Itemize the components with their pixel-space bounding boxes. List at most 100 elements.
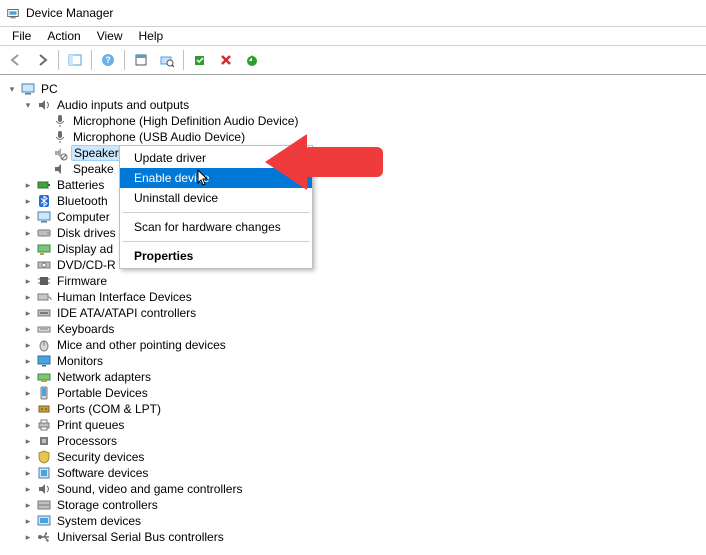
chevron-right-icon[interactable]: ▸ <box>22 339 34 351</box>
device-manager-icon <box>6 6 20 20</box>
ctx-separator <box>122 212 310 213</box>
disable-device-button[interactable] <box>214 48 238 72</box>
tree-label: Bluetooth <box>55 193 110 209</box>
chevron-down-icon[interactable]: ▾ <box>6 83 18 95</box>
tree-node-speakers-hd[interactable]: ▸ Speakers (High Definition Audio Device… <box>4 145 702 161</box>
ctx-scan-hardware[interactable]: Scan for hardware changes <box>120 217 312 237</box>
show-hide-console-tree-button[interactable] <box>63 48 87 72</box>
chevron-right-icon[interactable]: ▸ <box>22 259 34 271</box>
chevron-right-icon[interactable]: ▸ <box>22 371 34 383</box>
system-device-icon <box>36 513 52 529</box>
chevron-right-icon[interactable]: ▸ <box>22 227 34 239</box>
chevron-right-icon[interactable]: ▸ <box>22 307 34 319</box>
ctx-uninstall-device[interactable]: Uninstall device <box>120 188 312 208</box>
printer-icon <box>36 417 52 433</box>
update-driver-button[interactable] <box>240 48 264 72</box>
chevron-right-icon[interactable]: ▸ <box>22 355 34 367</box>
chip-icon <box>36 273 52 289</box>
portable-device-icon <box>36 385 52 401</box>
tree-node-portable[interactable]: ▸ Portable Devices <box>4 385 702 401</box>
tree-node-mic-hd[interactable]: ▸ Microphone (High Definition Audio Devi… <box>4 113 702 129</box>
help-button[interactable]: ? <box>96 48 120 72</box>
tree-node-disk[interactable]: ▸ Disk drives <box>4 225 702 241</box>
tree-node-processors[interactable]: ▸ Processors <box>4 433 702 449</box>
tree-node-speakers-cut[interactable]: ▸ Speake <box>4 161 702 177</box>
menu-help[interactable]: Help <box>131 28 172 44</box>
chevron-right-icon[interactable]: ▸ <box>22 531 34 543</box>
toolbar-separator <box>183 50 184 70</box>
tree-node-system[interactable]: ▸ System devices <box>4 513 702 529</box>
tree-label: Processors <box>55 433 119 449</box>
menu-view[interactable]: View <box>89 28 131 44</box>
chevron-right-icon[interactable]: ▸ <box>22 483 34 495</box>
chevron-right-icon[interactable]: ▸ <box>22 323 34 335</box>
tree-node-network[interactable]: ▸ Network adapters <box>4 369 702 385</box>
chevron-down-icon[interactable]: ▾ <box>22 99 34 111</box>
tree-node-dvd[interactable]: ▸ DVD/CD-R <box>4 257 702 273</box>
ctx-update-driver[interactable]: Update driver <box>120 148 312 168</box>
mouse-icon <box>36 337 52 353</box>
tree-node-hid[interactable]: ▸ Human Interface Devices <box>4 289 702 305</box>
tree-node-mice[interactable]: ▸ Mice and other pointing devices <box>4 337 702 353</box>
chevron-right-icon[interactable]: ▸ <box>22 291 34 303</box>
computer-icon <box>36 209 52 225</box>
tree-label: Display ad <box>55 241 115 257</box>
tree-label: Security devices <box>55 449 146 465</box>
tree-node-mic-usb[interactable]: ▸ Microphone (USB Audio Device) <box>4 129 702 145</box>
tree-node-ports[interactable]: ▸ Ports (COM & LPT) <box>4 401 702 417</box>
menu-action[interactable]: Action <box>39 28 88 44</box>
chevron-right-icon[interactable]: ▸ <box>22 243 34 255</box>
chevron-right-icon[interactable]: ▸ <box>22 403 34 415</box>
tree-node-audio[interactable]: ▾ Audio inputs and outputs <box>4 97 702 113</box>
chevron-right-icon[interactable]: ▸ <box>22 419 34 431</box>
forward-button[interactable] <box>30 48 54 72</box>
tree-node-computer[interactable]: ▸ Computer <box>4 209 702 225</box>
tree-label: PC <box>39 81 60 97</box>
tree-node-root[interactable]: ▾ PC <box>4 81 702 97</box>
speaker-icon <box>52 161 68 177</box>
ctx-properties[interactable]: Properties <box>120 246 312 266</box>
chevron-right-icon[interactable]: ▸ <box>22 275 34 287</box>
tree-node-monitors[interactable]: ▸ Monitors <box>4 353 702 369</box>
device-tree[interactable]: ▾ PC ▾ Audio inputs and outputs ▸ Microp… <box>0 75 706 555</box>
chevron-right-icon[interactable]: ▸ <box>22 467 34 479</box>
tree-node-bluetooth[interactable]: ▸ Bluetooth <box>4 193 702 209</box>
chevron-right-icon[interactable]: ▸ <box>22 451 34 463</box>
tree-node-usb[interactable]: ▸ Universal Serial Bus controllers <box>4 529 702 545</box>
tree-node-display[interactable]: ▸ Display ad <box>4 241 702 257</box>
usb-icon <box>36 529 52 545</box>
scan-hardware-button[interactable] <box>155 48 179 72</box>
chevron-right-icon[interactable]: ▸ <box>22 211 34 223</box>
tree-label: Disk drives <box>55 225 118 241</box>
tree-node-firmware[interactable]: ▸ Firmware <box>4 273 702 289</box>
chevron-right-icon[interactable]: ▸ <box>22 387 34 399</box>
tree-node-keyboards[interactable]: ▸ Keyboards <box>4 321 702 337</box>
properties-button[interactable] <box>129 48 153 72</box>
tree-node-svgc[interactable]: ▸ Sound, video and game controllers <box>4 481 702 497</box>
tree-node-security[interactable]: ▸ Security devices <box>4 449 702 465</box>
display-adapter-icon <box>36 241 52 257</box>
tree-node-software[interactable]: ▸ Software devices <box>4 465 702 481</box>
tree-node-storage[interactable]: ▸ Storage controllers <box>4 497 702 513</box>
enable-device-button[interactable] <box>188 48 212 72</box>
ctx-enable-device[interactable]: Enable device <box>120 168 312 188</box>
tree-label: Human Interface Devices <box>55 289 194 305</box>
tree-node-batteries[interactable]: ▸ Batteries <box>4 177 702 193</box>
back-button[interactable] <box>4 48 28 72</box>
network-adapter-icon <box>36 369 52 385</box>
titlebar: Device Manager <box>0 0 706 27</box>
chevron-right-icon[interactable]: ▸ <box>22 515 34 527</box>
toolbar-separator <box>91 50 92 70</box>
storage-controller-icon <box>36 497 52 513</box>
disk-icon <box>36 225 52 241</box>
tree-node-ide[interactable]: ▸ IDE ATA/ATAPI controllers <box>4 305 702 321</box>
chevron-right-icon[interactable]: ▸ <box>22 195 34 207</box>
software-device-icon <box>36 465 52 481</box>
tree-label: IDE ATA/ATAPI controllers <box>55 305 198 321</box>
menu-file[interactable]: File <box>4 28 39 44</box>
tree-node-printq[interactable]: ▸ Print queues <box>4 417 702 433</box>
tree-label: System devices <box>55 513 143 529</box>
chevron-right-icon[interactable]: ▸ <box>22 435 34 447</box>
chevron-right-icon[interactable]: ▸ <box>22 179 34 191</box>
chevron-right-icon[interactable]: ▸ <box>22 499 34 511</box>
